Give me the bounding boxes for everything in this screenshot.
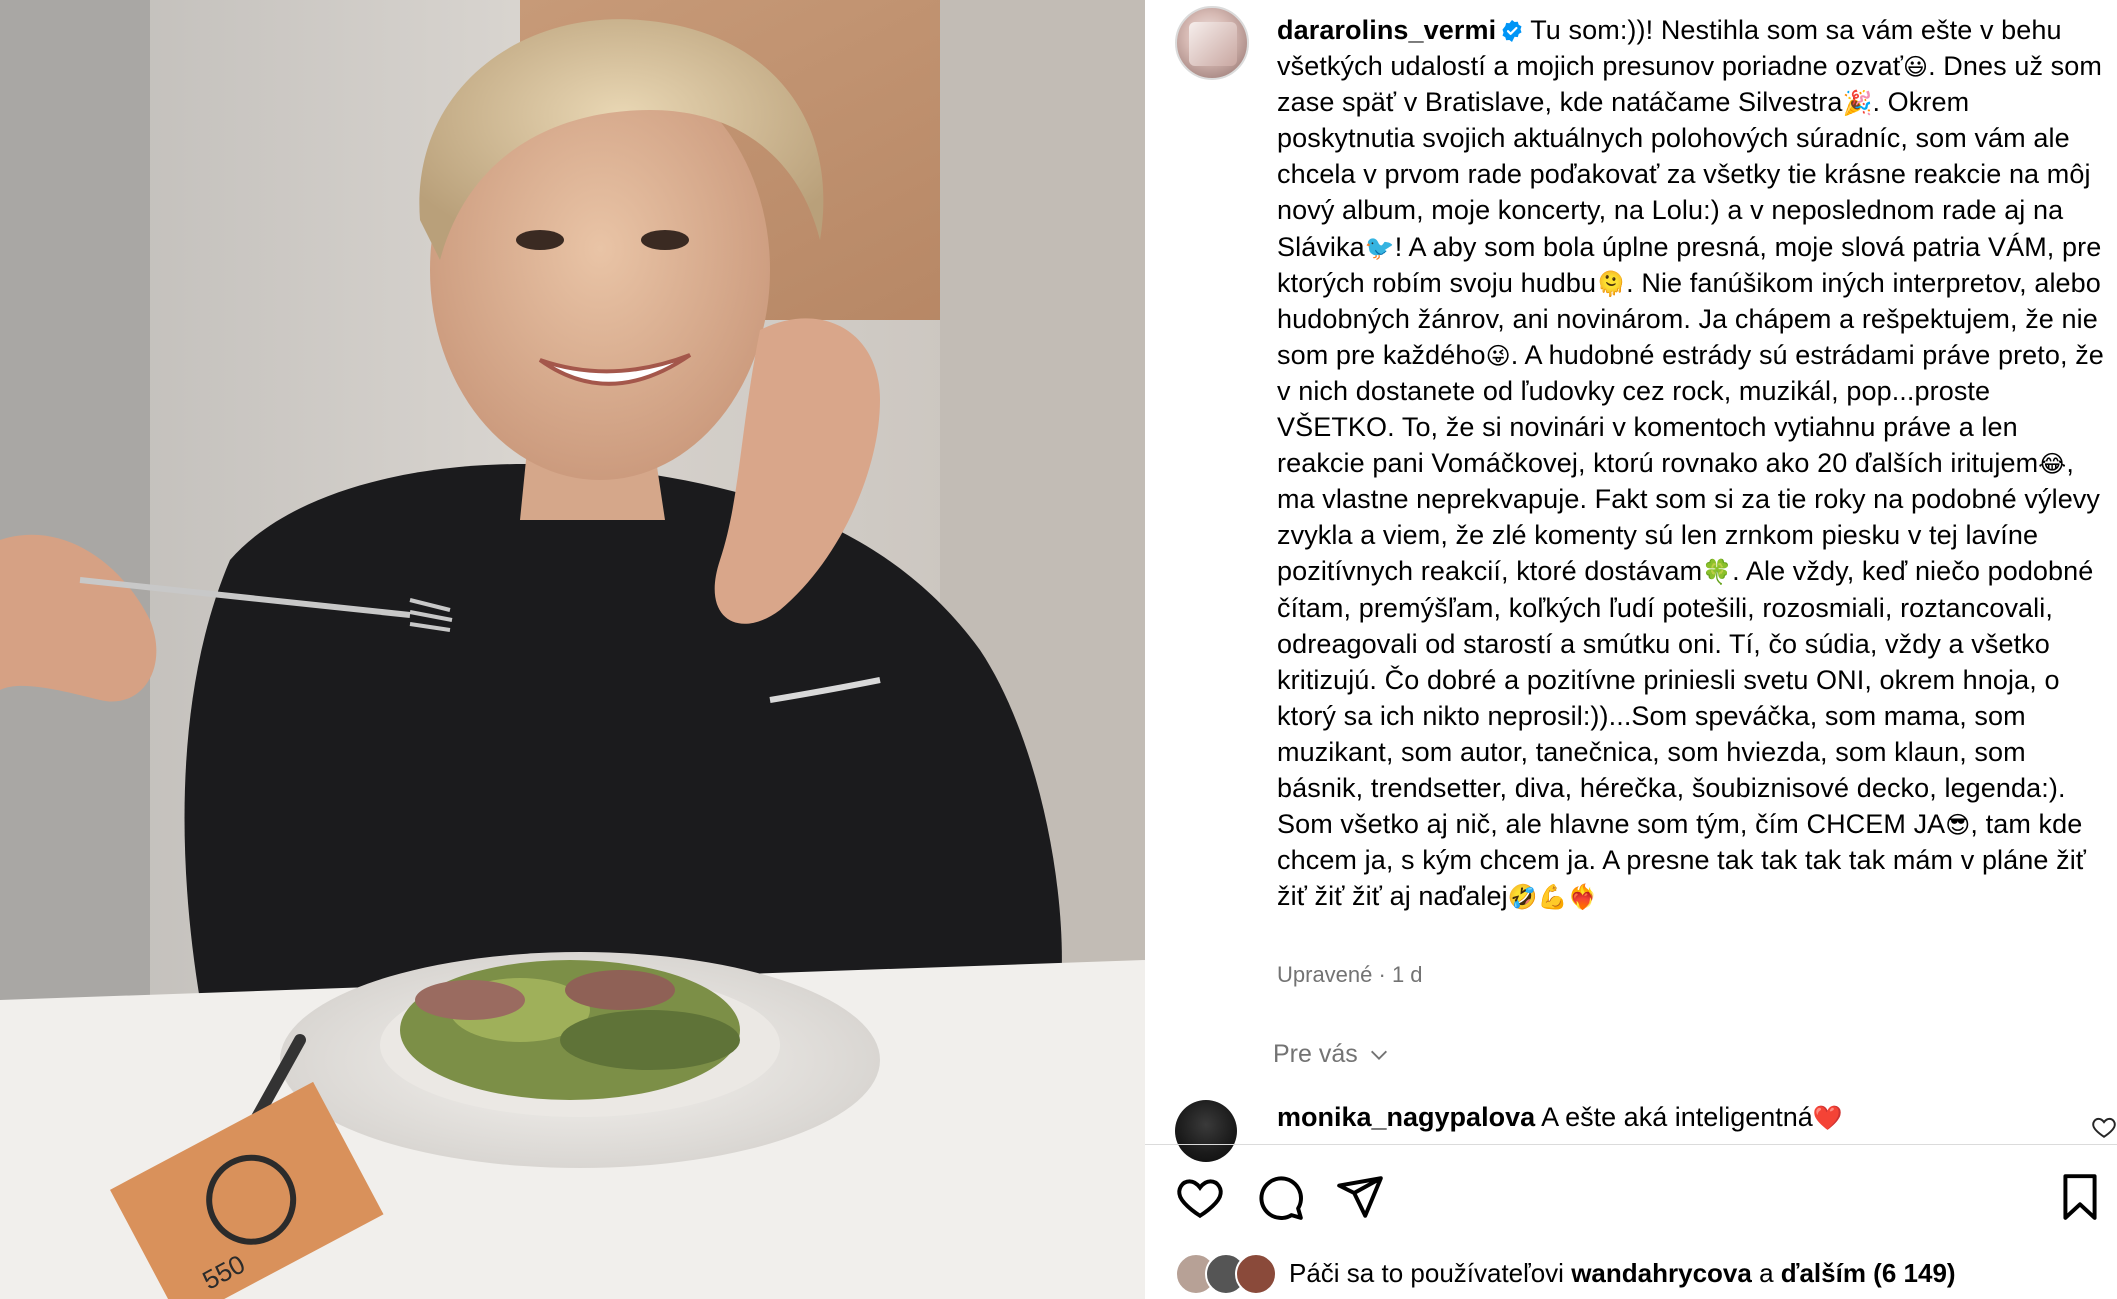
caption-emoji: 🫠 <box>1596 270 1627 298</box>
post-caption: dararolins_vermi Tu som:))! Nestihla som … <box>1277 12 2107 914</box>
caption-emoji: 😜 <box>1485 342 1511 370</box>
likes-and: a <box>1759 1257 1774 1288</box>
chevron-down-icon <box>1370 1050 1387 1060</box>
instagram-post-view: 550 dararolins_vermi Tu som:))! Nestihla … <box>0 0 2117 1299</box>
author-username[interactable]: dararolins_vermi <box>1277 15 1496 45</box>
share-icon[interactable] <box>1335 1172 1385 1222</box>
caption-emoji: 😃 <box>1902 54 1929 82</box>
liker-avatar <box>1235 1253 1277 1295</box>
likes-summary[interactable]: Páči sa to používateľovi wandahrycova a … <box>1175 1253 1956 1295</box>
for-you-filter[interactable]: Pre vás <box>1273 1040 1390 1069</box>
post-side-panel: dararolins_vermi Tu som:))! Nestihla som … <box>1145 0 2117 1299</box>
liker-username[interactable]: wandahrycova <box>1571 1258 1752 1289</box>
caption-emoji: 😎 <box>1945 812 1971 840</box>
caption-emoji: ❤️‍🔥 <box>1567 884 1598 912</box>
post-photo-illustration: 550 <box>0 0 1145 1299</box>
commenter-username[interactable]: monika_nagypalova <box>1277 1102 1535 1132</box>
comment-icon[interactable] <box>1255 1172 1305 1222</box>
comment-like-icon[interactable] <box>2091 1114 2117 1140</box>
likes-others-count[interactable]: ďalším (6 149) <box>1781 1258 1956 1289</box>
heart-icon[interactable] <box>1175 1172 1225 1222</box>
verified-badge-icon <box>1502 20 1522 42</box>
liker-avatars <box>1175 1253 1279 1295</box>
for-you-label: Pre vás <box>1273 1040 1358 1068</box>
post-photo[interactable]: 550 <box>0 0 1145 1299</box>
caption-emoji: 🐦 <box>1364 234 1395 262</box>
actions-divider <box>1145 1144 2117 1145</box>
caption-emoji: 🎉 <box>1842 90 1873 118</box>
caption-emoji: 😂 <box>2038 451 2067 479</box>
caption-emoji: 💪 <box>1537 884 1568 912</box>
comment-body: A ešte aká inteligentná <box>1541 1102 1813 1132</box>
likes-prefix: Páči sa to používateľovi <box>1289 1257 1564 1288</box>
commenter-avatar[interactable] <box>1175 1100 1237 1162</box>
caption-text: Tu som:))! Nestihla som sa vám ešte v be… <box>1277 15 2104 911</box>
author-avatar[interactable] <box>1175 6 1249 80</box>
caption-emoji: 🍀 <box>1702 559 1733 587</box>
post-meta: Upravené · 1 d <box>1277 962 1423 987</box>
bookmark-icon[interactable] <box>2055 1172 2105 1222</box>
caption-segment: . Ale vždy, keď niečo podobné čítam, pre… <box>1277 556 2094 840</box>
post-actions <box>1175 1172 2097 1222</box>
comment-row: monika_nagypalova A ešte aká inteligentn… <box>1175 1100 2116 1162</box>
caption-emoji: 🤣 <box>1507 884 1538 912</box>
comment-text: monika_nagypalova A ešte aká inteligentn… <box>1277 1102 1843 1133</box>
comment-emoji: ❤️ <box>1812 1105 1843 1132</box>
